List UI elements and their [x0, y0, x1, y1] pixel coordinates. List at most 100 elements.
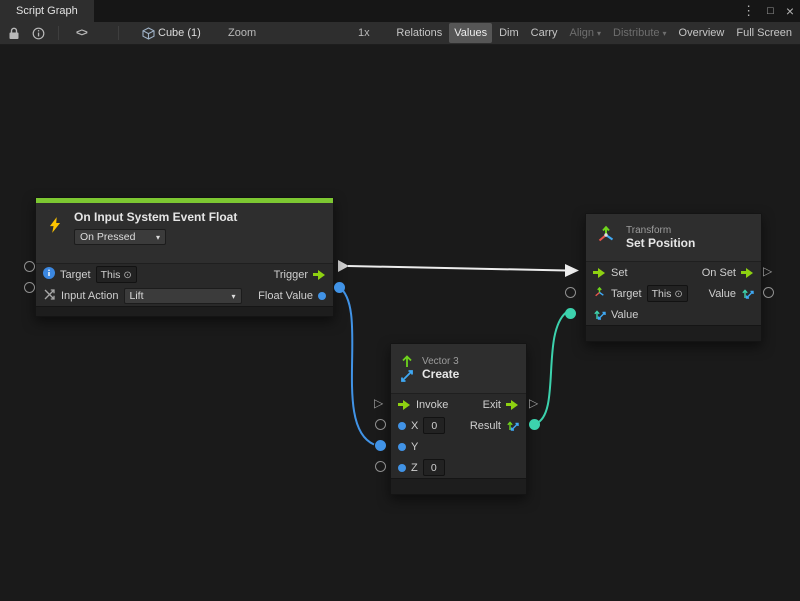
input-action-dropdown[interactable]: Lift — [124, 288, 242, 304]
vector3-icon — [400, 354, 414, 383]
node-footer — [391, 478, 526, 494]
on-set-out-port[interactable]: ▷ — [763, 265, 772, 277]
visual-scripting-window: Script Graph ⋮ □ × <> Cube (1) Zoom 1x R… — [0, 0, 800, 601]
port-row-y: Y — [391, 436, 526, 457]
toolbar-buttons: Relations Values Dim Carry Align Distrib… — [390, 22, 798, 44]
node-footer — [586, 325, 761, 341]
float-value-out-port[interactable] — [334, 282, 345, 293]
z-label: Z — [411, 462, 418, 474]
value-in-vector3-icon[interactable] — [593, 307, 606, 323]
y-label: Y — [411, 441, 418, 453]
input-action-value: Lift — [130, 290, 144, 302]
transform-icon — [595, 224, 617, 251]
set-label: Set — [611, 267, 628, 279]
z-in-port[interactable] — [375, 461, 386, 472]
node-type-label: Transform — [626, 225, 695, 236]
object-picker-icon[interactable] — [123, 269, 131, 281]
trigger-label: Trigger — [274, 269, 308, 281]
object-picker-icon[interactable] — [674, 288, 682, 300]
y-in-port[interactable] — [375, 440, 386, 451]
event-input-action-in-port[interactable] — [24, 282, 35, 293]
graph-target-label[interactable]: Cube (1) — [158, 22, 201, 44]
port-row-target-value: Target This Value — [586, 283, 761, 304]
port-row-z: Z 0 — [391, 457, 526, 478]
target-object-field[interactable]: This — [647, 285, 688, 302]
tab-script-graph[interactable]: Script Graph — [0, 0, 94, 22]
input-action-label: Input Action — [61, 290, 119, 302]
object-info-icon — [43, 267, 55, 282]
window-maximize-icon[interactable]: □ — [767, 5, 774, 17]
node-transform-set-position[interactable]: Transform Set Position Set On Set Target… — [585, 213, 762, 342]
target-object-value: This — [101, 269, 121, 281]
tab-title: Script Graph — [16, 5, 78, 17]
x-value: 0 — [431, 420, 437, 432]
align-dropdown-button[interactable]: Align — [565, 23, 606, 43]
toolbar-divider — [58, 26, 59, 40]
event-state-dropdown[interactable]: On Pressed — [74, 229, 166, 245]
trigger-flow-port-icon[interactable] — [313, 270, 326, 280]
event-state-value: On Pressed — [80, 231, 135, 243]
port-row-invoke-exit: Invoke Exit — [391, 394, 526, 415]
x-port-icon[interactable] — [398, 422, 406, 430]
code-icon[interactable]: <> — [76, 22, 87, 44]
cube-icon — [142, 22, 155, 44]
window-close-icon[interactable]: × — [786, 3, 794, 19]
z-value: 0 — [431, 462, 437, 474]
chevron-down-icon — [228, 290, 235, 302]
input-action-icon — [43, 288, 56, 304]
float-value-port-icon[interactable] — [318, 292, 326, 300]
port-row-x-result: X 0 Result — [391, 415, 526, 436]
event-target-in-port[interactable] — [24, 261, 35, 272]
result-label: Result — [470, 420, 501, 432]
dim-button[interactable]: Dim — [494, 23, 524, 43]
exit-out-port[interactable]: ▷ — [529, 397, 538, 409]
relations-button[interactable]: Relations — [391, 23, 447, 43]
graph-toolbar: <> Cube (1) Zoom 1x Relations Values Dim… — [0, 22, 800, 45]
window-controls: ⋮ □ × — [742, 0, 794, 22]
z-port-icon[interactable] — [398, 464, 406, 472]
node-on-input-system-event-float[interactable]: On Input System Event Float On Pressed T… — [35, 197, 334, 317]
full-screen-button[interactable]: Full Screen — [731, 23, 797, 43]
invoke-label: Invoke — [416, 399, 448, 411]
z-value-field[interactable]: 0 — [423, 459, 445, 476]
distribute-dropdown-button[interactable]: Distribute — [608, 23, 671, 43]
exit-flow-port-icon[interactable] — [506, 400, 519, 410]
title-bar: Script Graph ⋮ □ × — [0, 0, 800, 22]
target-label: Target — [611, 288, 642, 300]
zoom-label: Zoom — [228, 22, 256, 44]
info-icon[interactable] — [32, 22, 45, 44]
result-out-port[interactable] — [529, 419, 540, 430]
y-port-icon[interactable] — [398, 443, 406, 451]
set-flow-port-icon[interactable] — [593, 268, 606, 278]
value-out-label: Value — [709, 288, 736, 300]
chevron-down-icon — [153, 231, 160, 243]
zoom-value: 1x — [358, 22, 370, 44]
values-button[interactable]: Values — [449, 23, 492, 43]
lock-icon[interactable] — [8, 22, 20, 44]
transform-mini-icon — [593, 286, 606, 302]
node-footer — [36, 306, 333, 316]
node-title: Set Position — [626, 236, 695, 250]
on-set-label: On Set — [702, 267, 736, 279]
window-menu-icon[interactable]: ⋮ — [742, 3, 755, 19]
transform-value-out-port[interactable] — [763, 287, 774, 298]
port-row-value-in: Value — [586, 304, 761, 325]
target-object-value: This — [652, 288, 672, 300]
x-value-field[interactable]: 0 — [423, 417, 445, 434]
node-type-label: Vector 3 — [422, 356, 459, 367]
on-set-flow-port-icon[interactable] — [741, 268, 754, 278]
node-vector3-create[interactable]: Vector 3 Create Invoke Exit X 0 Result — [390, 343, 527, 495]
carry-button[interactable]: Carry — [526, 23, 563, 43]
lightning-icon — [46, 216, 64, 239]
transform-value-in-port[interactable] — [565, 308, 576, 319]
port-row-target: Target This Trigger — [36, 264, 333, 285]
value-out-vector3-icon[interactable] — [741, 286, 754, 302]
result-vector3-icon[interactable] — [506, 418, 519, 434]
value-in-label: Value — [611, 309, 638, 321]
overview-button[interactable]: Overview — [674, 23, 730, 43]
target-object-field[interactable]: This — [96, 266, 137, 283]
invoke-flow-port-icon[interactable] — [398, 400, 411, 410]
transform-target-in-port[interactable] — [565, 287, 576, 298]
x-in-port[interactable] — [375, 419, 386, 430]
invoke-in-port[interactable]: ▷ — [374, 397, 383, 409]
